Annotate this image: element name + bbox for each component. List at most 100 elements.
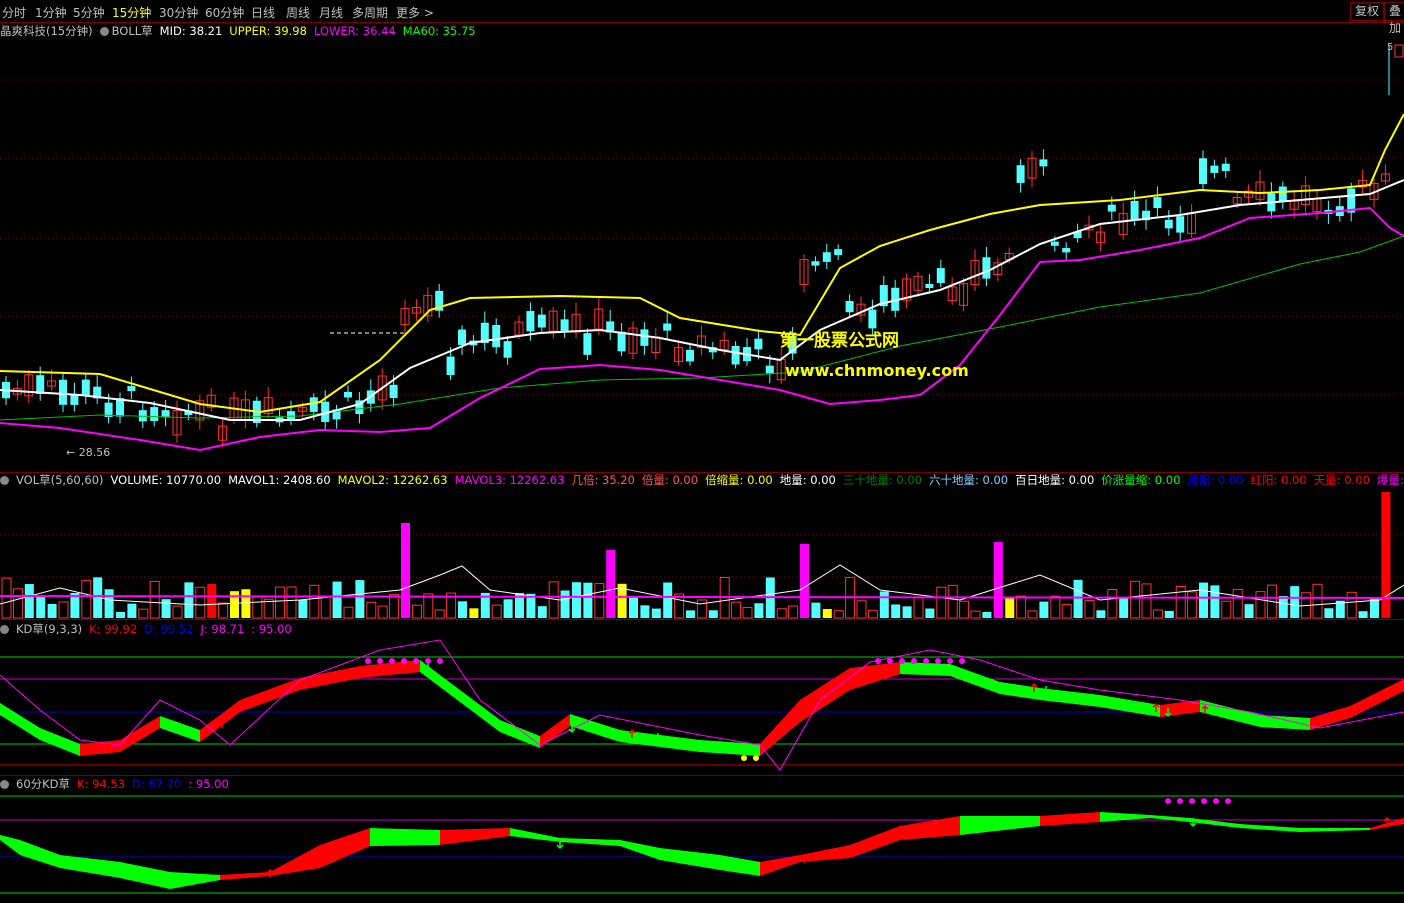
candle-body-97	[1107, 204, 1116, 212]
candle-body-82	[936, 268, 945, 284]
vol-bar-0	[1, 577, 12, 619]
vol-bar-121	[1381, 492, 1391, 618]
vol-bar-64	[731, 601, 742, 619]
kd60-band-seg-20	[1040, 812, 1100, 826]
vol-bar-9	[104, 589, 114, 618]
candle-body-3	[36, 375, 45, 394]
candle-body-101	[1153, 197, 1162, 209]
kd60-band-seg-24	[1240, 824, 1300, 832]
kd60-band-seg-14	[720, 855, 760, 876]
last-candle-body	[1394, 44, 1404, 58]
vol-bar-95	[1084, 599, 1095, 619]
vol-bar-65	[742, 606, 753, 619]
vol-bar-118	[1346, 591, 1357, 619]
kd60-band-seg-7	[320, 828, 370, 868]
candle-body-49	[560, 319, 569, 331]
candle-body-93	[1062, 248, 1071, 253]
kd-dot-top2-2	[899, 658, 905, 664]
vol-bar-36	[411, 604, 422, 619]
vol-bar-55	[629, 596, 638, 618]
vol-bar-38	[434, 609, 445, 619]
vol-bar-1	[12, 588, 23, 619]
vol-bar-79	[902, 606, 912, 618]
kd60-band-seg-22	[1150, 815, 1190, 822]
vol-bar-88	[1005, 596, 1015, 618]
kd-band-seg-18	[850, 662, 900, 690]
candle-body-60	[686, 349, 694, 362]
mid-band-line	[0, 179, 1404, 421]
vol-bar-108	[1232, 589, 1243, 619]
vol-bar-47	[537, 606, 547, 618]
vol-bar-53	[606, 550, 616, 618]
vol-bar-50	[572, 582, 581, 618]
vol-bar-33	[377, 605, 388, 619]
vol-bar-71	[811, 602, 821, 618]
vol-bar-110	[1255, 591, 1266, 619]
vol-bar-84	[959, 600, 970, 619]
kd-band-seg-13	[570, 714, 620, 742]
vol-bar-26	[298, 600, 308, 618]
kd60-dot-4	[1213, 798, 1219, 804]
vol-bar-62	[708, 610, 718, 618]
kd60-band-seg-8	[370, 828, 440, 846]
candle-body-105	[1199, 158, 1207, 185]
candle-body-30	[344, 391, 352, 398]
kd-band-seg-4	[160, 716, 200, 742]
kd60-band-seg-10	[510, 828, 560, 842]
kd-dot-top2-6	[947, 658, 953, 664]
vol-bar-14	[161, 599, 171, 618]
kd-dot-top-2	[389, 658, 395, 664]
kd-dot-top2-0	[875, 658, 881, 664]
vol-bar-34	[389, 594, 400, 619]
kd60-band-seg-13	[660, 848, 720, 870]
vol-bar-49	[560, 590, 570, 618]
vol-bar-96	[1096, 610, 1106, 618]
kd60-band-seg-5	[220, 872, 270, 880]
vol-bar-68	[776, 608, 787, 619]
candle-body-67	[765, 365, 774, 374]
kd60-band-seg-16	[800, 845, 850, 862]
kd-band-seg-7	[300, 666, 360, 690]
kd-band-seg-19	[900, 662, 950, 676]
vol-bar-105	[1199, 582, 1208, 618]
vol-bar-32	[366, 601, 377, 619]
candle-body-99	[1130, 200, 1139, 220]
vol-bar-97	[1107, 588, 1118, 619]
watermark-cn: 第一股票公式网	[780, 331, 899, 351]
vol-bar-57	[651, 608, 661, 618]
vol-bar-31	[355, 580, 365, 618]
candle-body-11	[127, 386, 136, 392]
vol-bar-119	[1358, 611, 1368, 618]
vol-bar-20	[230, 591, 239, 618]
vol-bar-93	[1061, 604, 1072, 619]
vol-bar-99	[1130, 580, 1141, 619]
vol-bar-52	[594, 583, 605, 619]
candle-body-27	[309, 397, 318, 412]
kd-band-seg-17	[800, 668, 850, 722]
kd-band-seg-1	[40, 728, 80, 756]
kd-band-seg-16	[760, 700, 800, 756]
candle-body-43	[492, 324, 501, 348]
kd60-band-seg-9	[440, 828, 510, 845]
vol-bar-19	[218, 602, 229, 619]
candle-body-73	[834, 249, 843, 256]
kd-dot-bottom-0	[741, 755, 747, 761]
kd-band-seg-15	[700, 740, 760, 756]
candle-body-56	[640, 329, 649, 346]
kd-band-seg-9	[420, 660, 460, 702]
candle-body-51	[583, 333, 592, 355]
vol-bar-73	[833, 610, 844, 619]
kd-band-seg-3	[120, 716, 160, 752]
vol-bar-24	[275, 586, 286, 619]
kd-band-seg-6	[240, 678, 300, 712]
candle-body-107	[1221, 163, 1230, 171]
candle-body-39	[446, 356, 455, 376]
kd60-band-seg-4	[170, 872, 220, 889]
vol-bar-21	[241, 589, 251, 618]
vol-bar-69	[788, 605, 799, 619]
vol-bar-28	[320, 596, 331, 619]
kd60-band-seg-11	[560, 838, 620, 846]
kd60-band-seg-2	[60, 855, 120, 878]
vol-bar-109	[1244, 604, 1254, 618]
vol-bar-35	[401, 523, 410, 618]
